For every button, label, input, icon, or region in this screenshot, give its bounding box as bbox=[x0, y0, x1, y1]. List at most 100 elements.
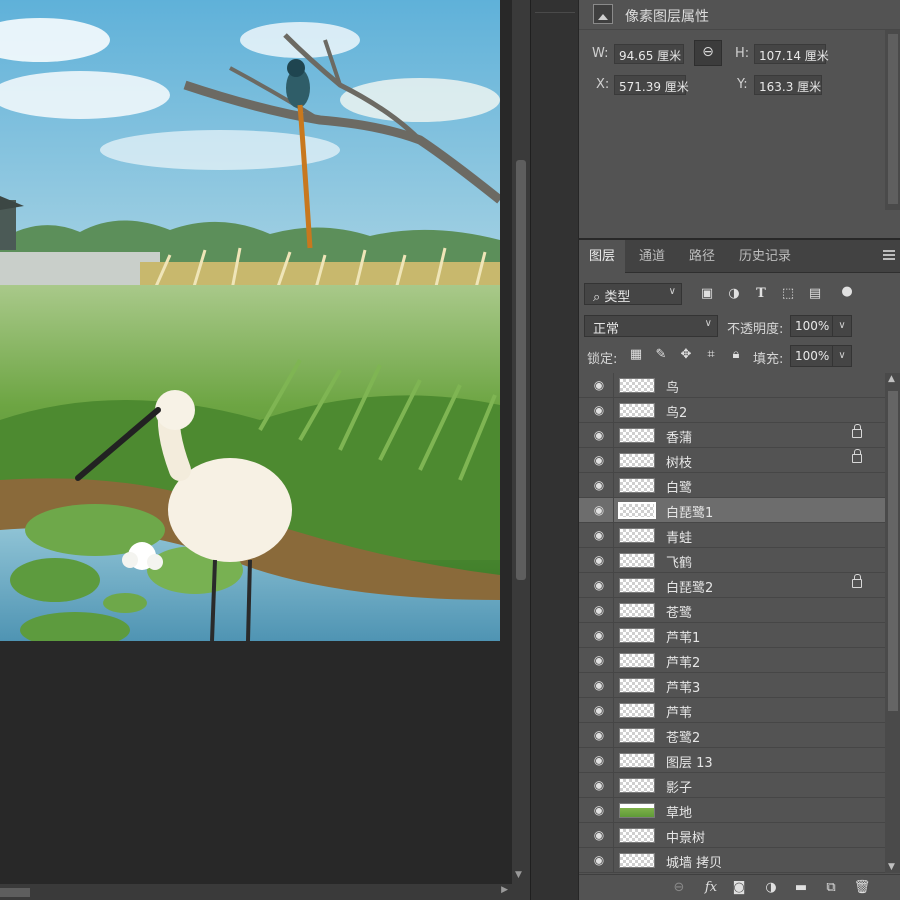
layer-name[interactable]: 树枝 bbox=[666, 452, 692, 471]
layers-scroll-thumb[interactable] bbox=[888, 391, 898, 711]
delete-trash-icon[interactable]: 🗑︎ bbox=[853, 879, 871, 897]
layer-row[interactable]: ◉ 草地 bbox=[579, 798, 885, 823]
layer-filter-dropdown[interactable]: ⌕ 类型 ∨ bbox=[584, 283, 682, 305]
artwork-canvas[interactable] bbox=[0, 0, 500, 641]
layer-thumbnail[interactable] bbox=[619, 803, 655, 818]
tab-paths[interactable]: 路径 bbox=[679, 240, 725, 273]
layer-name[interactable]: 白鹭 bbox=[666, 477, 692, 496]
new-layer-icon[interactable]: ⧉ bbox=[822, 879, 840, 897]
eye-visibility-icon[interactable]: ◉ bbox=[591, 577, 607, 593]
filter-adjustment-icon[interactable]: ◑ bbox=[725, 285, 743, 303]
scroll-right-icon[interactable]: ▶ bbox=[501, 885, 508, 895]
scroll-up-icon[interactable]: ▲ bbox=[888, 374, 895, 384]
eye-visibility-icon[interactable]: ◉ bbox=[591, 652, 607, 668]
layer-row[interactable]: ◉ 芦苇1 bbox=[579, 623, 885, 648]
lock-artboard-icon[interactable]: ⌗ bbox=[702, 346, 720, 364]
layer-row[interactable]: ◉ 图层 13 bbox=[579, 748, 885, 773]
filter-type-icon[interactable]: T bbox=[752, 285, 770, 303]
scroll-down-icon[interactable]: ▼ bbox=[888, 862, 895, 872]
layer-row[interactable]: ◉ 芦苇2 bbox=[579, 648, 885, 673]
canvas-horizontal-scrollbar[interactable]: ▶ bbox=[0, 884, 512, 900]
layer-thumbnail[interactable] bbox=[619, 828, 655, 843]
eye-visibility-icon[interactable]: ◉ bbox=[591, 377, 607, 393]
layer-thumbnail[interactable] bbox=[619, 778, 655, 793]
layer-thumbnail[interactable] bbox=[619, 378, 655, 393]
layer-row[interactable]: ◉ 中景树 bbox=[579, 823, 885, 848]
layer-row[interactable]: ◉ 飞鹤 bbox=[579, 548, 885, 573]
layer-thumbnail[interactable] bbox=[619, 553, 655, 568]
eye-visibility-icon[interactable]: ◉ bbox=[591, 477, 607, 493]
layer-name[interactable]: 芦苇 bbox=[666, 702, 692, 721]
x-field[interactable]: 571.39 厘米 bbox=[614, 75, 689, 95]
document-canvas-area[interactable] bbox=[0, 0, 512, 884]
layer-row[interactable]: ◉ 芦苇 bbox=[579, 698, 885, 723]
link-icon[interactable]: ⊖ bbox=[694, 40, 722, 66]
layer-name[interactable]: 苍鹭 bbox=[666, 602, 692, 621]
layers-scrollbar[interactable]: ▲ ▼ bbox=[885, 373, 900, 873]
layer-name[interactable]: 白琵鹭1 bbox=[666, 502, 713, 521]
eye-visibility-icon[interactable]: ◉ bbox=[591, 702, 607, 718]
eye-visibility-icon[interactable]: ◉ bbox=[591, 727, 607, 743]
layer-thumbnail[interactable] bbox=[619, 603, 655, 618]
layer-row[interactable]: ◉ 苍鹭2 bbox=[579, 723, 885, 748]
layer-name[interactable]: 图层 13 bbox=[666, 752, 713, 771]
canvas-horizontal-scroll-thumb[interactable] bbox=[0, 888, 30, 897]
layer-row[interactable]: ◉ 青蛙 bbox=[579, 523, 885, 548]
height-field[interactable]: 107.14 厘米 bbox=[754, 44, 829, 64]
layer-thumbnail[interactable] bbox=[619, 528, 655, 543]
eye-visibility-icon[interactable]: ◉ bbox=[591, 752, 607, 768]
layer-name[interactable]: 飞鹤 bbox=[666, 552, 692, 571]
tab-history[interactable]: 历史记录 bbox=[729, 240, 801, 273]
eye-visibility-icon[interactable]: ◉ bbox=[591, 802, 607, 818]
layer-name[interactable]: 鸟 bbox=[666, 377, 679, 396]
link-layers-icon[interactable]: ⊖ bbox=[670, 879, 688, 897]
layer-name[interactable]: 白琵鹭2 bbox=[666, 577, 713, 596]
eye-visibility-icon[interactable]: ◉ bbox=[591, 627, 607, 643]
opacity-chevron-icon[interactable]: ∨ bbox=[832, 315, 852, 337]
eye-visibility-icon[interactable]: ◉ bbox=[591, 527, 607, 543]
eye-visibility-icon[interactable]: ◉ bbox=[591, 502, 607, 518]
layer-thumbnail[interactable] bbox=[619, 578, 655, 593]
panel-menu-icon[interactable] bbox=[883, 250, 895, 260]
filter-toggle-icon[interactable]: ● bbox=[838, 283, 856, 301]
layer-row[interactable]: ◉ 白鹭 bbox=[579, 473, 885, 498]
layer-name[interactable]: 苍鹭2 bbox=[666, 727, 700, 746]
blend-mode-dropdown[interactable]: 正常 ∨ bbox=[584, 315, 718, 337]
tab-channels[interactable]: 通道 bbox=[629, 240, 675, 273]
lock-position-move-icon[interactable]: ✥ bbox=[677, 346, 695, 364]
canvas-vertical-scrollbar[interactable]: ▼ bbox=[512, 0, 530, 884]
scroll-down-icon[interactable]: ▼ bbox=[515, 870, 522, 880]
filter-pixel-icon[interactable]: ▣ bbox=[698, 285, 716, 303]
layer-name[interactable]: 中景树 bbox=[666, 827, 705, 846]
layer-name[interactable]: 香蒲 bbox=[666, 427, 692, 446]
fill-field[interactable]: 100% bbox=[790, 345, 838, 367]
lock-transparent-icon[interactable]: ▦ bbox=[627, 346, 645, 364]
layer-list[interactable]: ◉ 鸟 ◉ 鸟2 ◉ 香蒲 ◉ 树枝 ◉ 白鹭 ◉ 白琵鹭1 ◉ 青蛙 ◉ 飞鹤 ◉ 白琵鹭2 ◉ 苍鹭 ◉ 芦苇1 ◉ 芦苇… bbox=[579, 373, 885, 873]
layer-thumbnail[interactable] bbox=[619, 753, 655, 768]
layer-row[interactable]: ◉ 树枝 bbox=[579, 448, 885, 473]
eye-visibility-icon[interactable]: ◉ bbox=[591, 852, 607, 868]
layer-name[interactable]: 影子 bbox=[666, 777, 692, 796]
layer-name[interactable]: 鸟2 bbox=[666, 402, 687, 421]
properties-scroll-thumb[interactable] bbox=[888, 34, 898, 204]
layer-row[interactable]: ◉ 鸟 bbox=[579, 373, 885, 398]
new-adjustment-layer-icon[interactable]: ◑ bbox=[762, 879, 780, 897]
layer-thumbnail[interactable] bbox=[619, 703, 655, 718]
filter-smart-object-icon[interactable]: ▤ bbox=[806, 285, 824, 303]
opacity-field[interactable]: 100% bbox=[790, 315, 838, 337]
new-group-folder-icon[interactable]: ▬ bbox=[792, 879, 810, 897]
filter-shape-icon[interactable]: ⬚ bbox=[779, 285, 797, 303]
layer-row[interactable]: ◉ 白琵鹭1 bbox=[579, 498, 885, 523]
eye-visibility-icon[interactable]: ◉ bbox=[591, 427, 607, 443]
canvas-vertical-scroll-thumb[interactable] bbox=[516, 160, 526, 580]
tab-layers[interactable]: 图层 bbox=[579, 240, 626, 273]
eye-visibility-icon[interactable]: ◉ bbox=[591, 602, 607, 618]
layer-name[interactable]: 芦苇2 bbox=[666, 652, 700, 671]
fx-icon[interactable]: fx bbox=[702, 879, 720, 897]
layer-thumbnail[interactable] bbox=[619, 678, 655, 693]
layer-name[interactable]: 青蛙 bbox=[666, 527, 692, 546]
layer-row[interactable]: ◉ 影子 bbox=[579, 773, 885, 798]
layer-row[interactable]: ◉ 芦苇3 bbox=[579, 673, 885, 698]
layer-name[interactable]: 芦苇1 bbox=[666, 627, 700, 646]
layer-name[interactable]: 城墙 拷贝 bbox=[666, 852, 722, 871]
